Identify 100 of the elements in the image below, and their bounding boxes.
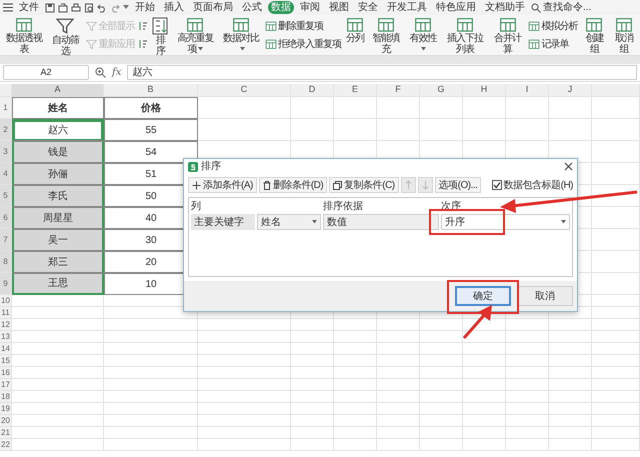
grid-cell <box>592 391 640 403</box>
ribbon-button[interactable]: 排序 <box>151 17 170 53</box>
row-header[interactable]: 20 <box>0 415 12 427</box>
formula-field[interactable]: 赵六 <box>127 65 637 80</box>
column-header[interactable]: C <box>198 84 291 97</box>
row-header[interactable]: 15 <box>0 355 12 367</box>
grid-cell <box>592 251 640 273</box>
row-header[interactable]: 8 <box>0 251 12 273</box>
ribbon-button[interactable]: 拒绝录入重复项 <box>265 38 342 50</box>
menu-tab[interactable]: 文件 <box>16 1 42 14</box>
ribbon-button[interactable]: 模拟分析 <box>528 20 578 32</box>
ribbon-button[interactable]: 记录单 <box>528 38 578 50</box>
save-icon[interactable] <box>45 2 55 12</box>
grid-cell <box>463 427 506 439</box>
checkbox[interactable] <box>492 180 502 190</box>
row-header[interactable]: 14 <box>0 343 12 355</box>
row-header[interactable]: 2 <box>0 119 12 141</box>
grid-cell <box>506 331 549 343</box>
menu-tab[interactable]: 开始 <box>132 1 158 14</box>
row-header[interactable]: 19 <box>0 403 12 415</box>
column-header[interactable]: D <box>291 84 334 97</box>
menu-tab[interactable]: 开发工具 <box>384 1 430 14</box>
search-field[interactable]: 查找命令... <box>543 0 601 15</box>
grid-cell <box>420 331 463 343</box>
options-button[interactable]: 选项(O)... <box>434 177 482 193</box>
row-header[interactable]: 16 <box>0 367 12 379</box>
grid-cell <box>592 119 640 141</box>
grid-cell <box>506 367 549 379</box>
column-dropdown[interactable]: 姓名 <box>257 214 321 230</box>
menu-tab[interactable]: 页面布局 <box>190 1 236 14</box>
row-header[interactable]: 9 <box>0 273 12 295</box>
ribbon-button[interactable]: 删除重复项 <box>265 20 342 32</box>
grid-cell <box>420 403 463 415</box>
column-header[interactable]: I <box>506 84 549 97</box>
grid-cell <box>592 273 640 295</box>
preview-icon[interactable] <box>84 2 94 12</box>
add-condition-button[interactable]: 添加条件(A) <box>188 177 257 193</box>
row-header[interactable]: 1 <box>0 97 12 119</box>
copy-condition-button[interactable]: 复制条件(C) <box>329 177 399 193</box>
ribbon-button[interactable]: 数据透视表 <box>3 17 45 53</box>
column-header[interactable]: G <box>420 84 463 97</box>
ribbon-button[interactable]: 创建组 <box>581 17 608 53</box>
row-header[interactable]: 4 <box>0 163 12 185</box>
menu-tab[interactable]: 数据 <box>268 1 294 14</box>
row-header[interactable]: 13 <box>0 331 12 343</box>
ribbon-button[interactable]: 分列 <box>345 17 366 53</box>
column-header[interactable]: J <box>549 84 592 97</box>
ribbon-button[interactable]: 取消组 <box>611 17 637 53</box>
ribbon-button[interactable]: 插入下拉列表 <box>442 17 487 53</box>
column-header[interactable]: B <box>104 84 198 97</box>
menu-tab[interactable]: 文档助手 <box>482 1 528 14</box>
checkbox-label[interactable]: 数据包含标题(H) <box>504 178 573 192</box>
row-header[interactable]: 17 <box>0 379 12 391</box>
menu-tab[interactable]: 插入 <box>161 1 187 14</box>
sort-on-field[interactable]: 数值 <box>323 214 439 230</box>
menu-tab[interactable]: 审阅 <box>297 1 323 14</box>
column-header[interactable]: A <box>12 84 104 97</box>
cancel-button[interactable]: 取消 <box>517 286 573 306</box>
ribbon-button[interactable]: 数据对比 <box>221 17 262 53</box>
row-header[interactable]: 6 <box>0 207 12 229</box>
ribbon-button[interactable]: 有效性 <box>406 17 439 53</box>
sort-icon <box>138 20 150 32</box>
close-icon[interactable] <box>564 162 573 171</box>
menu-icon[interactable] <box>3 3 13 12</box>
row-header[interactable]: 7 <box>0 229 12 251</box>
undo-icon[interactable] <box>97 2 107 12</box>
row-header[interactable]: 5 <box>0 185 12 207</box>
ribbon-button[interactable]: 高亮重复项 <box>173 17 218 53</box>
menu-tab[interactable]: 公式 <box>239 1 265 14</box>
row-header[interactable]: 12 <box>0 319 12 331</box>
menu-tab[interactable]: 视图 <box>326 1 352 14</box>
menu-tab[interactable]: 特色应用 <box>433 1 479 14</box>
ribbon-button[interactable]: 自动筛选 <box>48 17 82 53</box>
table-icon <box>265 38 278 50</box>
row-header[interactable]: 21 <box>0 427 12 439</box>
zoom-icon[interactable] <box>95 67 106 78</box>
column-header[interactable]: H <box>463 84 506 97</box>
ribbon-button[interactable]: 合并计算 <box>490 17 524 53</box>
sort-ascending-button[interactable] <box>138 20 150 32</box>
function-label[interactable]: fx <box>112 65 122 80</box>
name-box[interactable]: A2 <box>3 65 89 80</box>
grid-cell <box>463 415 506 427</box>
row-header[interactable]: 11 <box>0 307 12 319</box>
print-icon[interactable] <box>71 2 81 12</box>
row-header[interactable]: 22 <box>0 439 12 451</box>
ok-button[interactable]: 确定 <box>455 286 511 306</box>
menu-tab[interactable]: 安全 <box>355 1 381 14</box>
row-header[interactable]: 3 <box>0 141 12 163</box>
delete-condition-button[interactable]: 删除条件(D) <box>258 177 328 193</box>
row-header[interactable]: 18 <box>0 391 12 403</box>
export-icon[interactable] <box>58 2 68 12</box>
row-header[interactable]: 10 <box>0 295 12 307</box>
grid-cell <box>377 379 420 391</box>
order-dropdown[interactable]: 升序 <box>441 214 570 230</box>
column-header[interactable]: F <box>377 84 420 97</box>
caret-icon[interactable] <box>123 5 129 10</box>
sort-descending-button[interactable] <box>138 38 150 50</box>
grid-cell <box>592 185 640 207</box>
ribbon-button[interactable]: 智能填充 <box>369 17 403 53</box>
column-header[interactable]: E <box>334 84 377 97</box>
